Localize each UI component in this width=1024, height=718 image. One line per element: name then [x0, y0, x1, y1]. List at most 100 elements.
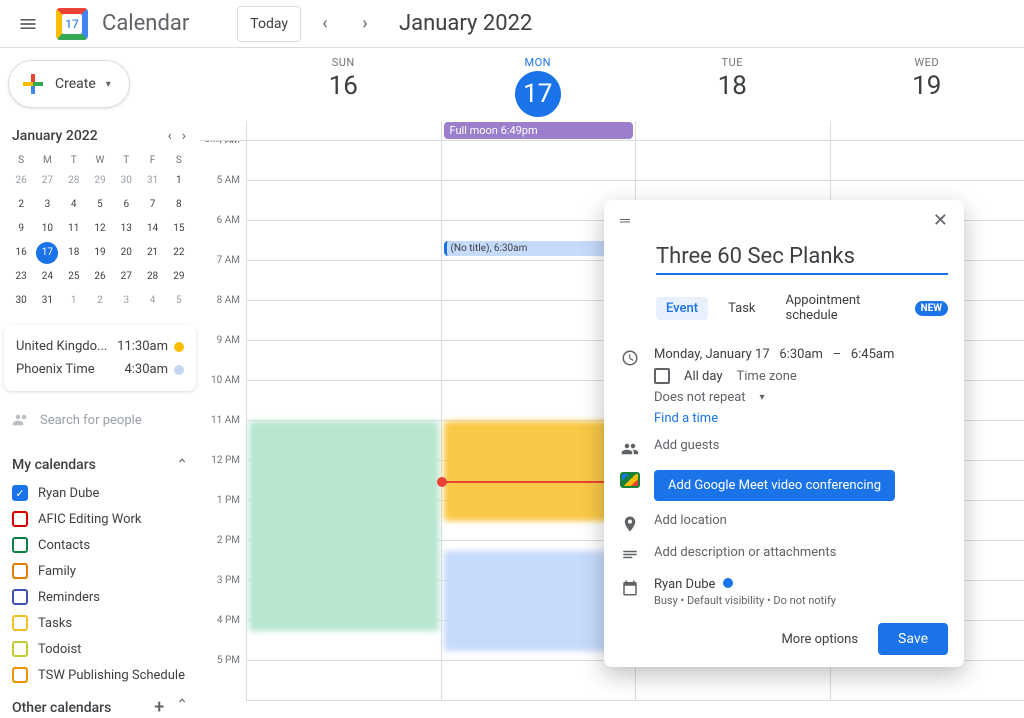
- mini-day[interactable]: 10: [36, 218, 58, 240]
- hour-cell[interactable]: [247, 141, 441, 181]
- mini-day[interactable]: 26: [89, 266, 111, 288]
- calendar-checkbox[interactable]: [12, 589, 28, 605]
- allday-cell[interactable]: [635, 121, 830, 140]
- event-end-time[interactable]: 6:45am: [851, 347, 895, 362]
- mini-day[interactable]: 7: [142, 194, 164, 216]
- tab-appointment[interactable]: Appointment schedule: [776, 289, 905, 327]
- mini-day[interactable]: 27: [115, 266, 137, 288]
- calendar-item[interactable]: Todoist: [8, 637, 192, 661]
- hour-cell[interactable]: [831, 661, 1024, 701]
- mini-prev-button[interactable]: ‹: [166, 126, 174, 146]
- mini-day[interactable]: 4: [142, 290, 164, 312]
- tab-event[interactable]: Event: [656, 297, 708, 320]
- mini-day[interactable]: 25: [63, 266, 85, 288]
- mini-day[interactable]: 30: [115, 170, 137, 192]
- mini-day[interactable]: 2: [10, 194, 32, 216]
- mini-day[interactable]: 23: [10, 266, 32, 288]
- mini-day[interactable]: 16: [10, 242, 32, 264]
- hour-cell[interactable]: [831, 141, 1024, 181]
- allday-cell[interactable]: [830, 121, 1024, 140]
- mini-next-button[interactable]: ›: [180, 126, 188, 146]
- calendar-item[interactable]: TSW Publishing Schedule: [8, 663, 192, 687]
- hour-cell[interactable]: [247, 261, 441, 301]
- hour-cell[interactable]: [247, 341, 441, 381]
- mini-day[interactable]: 14: [142, 218, 164, 240]
- allday-cell[interactable]: [246, 121, 441, 140]
- mini-day[interactable]: 21: [142, 242, 164, 264]
- close-button[interactable]: ✕: [933, 210, 948, 231]
- mini-day[interactable]: 28: [63, 170, 85, 192]
- mini-day[interactable]: 22: [168, 242, 190, 264]
- create-button[interactable]: Create ▾: [8, 60, 130, 108]
- calendar-item[interactable]: Ryan Dube: [8, 481, 192, 505]
- event-start-time[interactable]: 6:30am: [779, 347, 823, 362]
- mini-day[interactable]: 29: [89, 170, 111, 192]
- day-column[interactable]: [246, 141, 441, 701]
- hour-cell[interactable]: [442, 661, 636, 701]
- hour-cell[interactable]: [247, 221, 441, 261]
- mini-day[interactable]: 30: [10, 290, 32, 312]
- hour-cell[interactable]: [636, 141, 830, 181]
- calendar-item[interactable]: AFIC Editing Work: [8, 507, 192, 531]
- mini-day[interactable]: 28: [142, 266, 164, 288]
- mini-day[interactable]: 5: [168, 290, 190, 312]
- calendar-checkbox[interactable]: [12, 667, 28, 683]
- mini-day[interactable]: 26: [10, 170, 32, 192]
- calendar-checkbox[interactable]: [12, 485, 28, 501]
- mini-day[interactable]: 15: [168, 218, 190, 240]
- allday-cell[interactable]: Full moon 6:49pm: [441, 121, 636, 140]
- mini-day[interactable]: 24: [36, 266, 58, 288]
- collapse-other-calendars[interactable]: ⌃: [176, 697, 188, 718]
- hour-cell[interactable]: [247, 181, 441, 221]
- repeat-select[interactable]: Does not repeat: [654, 390, 746, 405]
- all-day-checkbox[interactable]: [654, 368, 670, 384]
- calendar-owner[interactable]: Ryan Dube: [654, 577, 715, 592]
- allday-event[interactable]: Full moon 6:49pm: [444, 122, 634, 139]
- add-location-field[interactable]: Add location: [654, 513, 948, 528]
- calendar-checkbox[interactable]: [12, 641, 28, 657]
- day-header[interactable]: WED 19: [830, 48, 1024, 121]
- tab-task[interactable]: Task: [718, 297, 765, 320]
- add-description-field[interactable]: Add description or attachments: [654, 545, 948, 560]
- calendar-checkbox[interactable]: [12, 511, 28, 527]
- hour-cell[interactable]: [247, 661, 441, 701]
- more-options-button[interactable]: More options: [773, 624, 866, 655]
- event-title-input[interactable]: [656, 244, 948, 269]
- calendar-checkbox[interactable]: [12, 563, 28, 579]
- mini-day[interactable]: 12: [89, 218, 111, 240]
- mini-day[interactable]: 8: [168, 194, 190, 216]
- add-meet-button[interactable]: Add Google Meet video conferencing: [654, 470, 895, 501]
- mini-day[interactable]: 2: [89, 290, 111, 312]
- hour-cell[interactable]: [442, 141, 636, 181]
- day-header[interactable]: TUE 18: [635, 48, 830, 121]
- main-menu-button[interactable]: [8, 4, 48, 44]
- calendar-checkbox[interactable]: [12, 537, 28, 553]
- hour-cell[interactable]: [247, 301, 441, 341]
- mini-day[interactable]: 1: [63, 290, 85, 312]
- calendar-item[interactable]: Contacts: [8, 533, 192, 557]
- event-date[interactable]: Monday, January 17: [654, 347, 770, 362]
- timezone-link[interactable]: Time zone: [737, 369, 797, 384]
- hour-cell[interactable]: [636, 661, 830, 701]
- today-button[interactable]: Today: [237, 6, 301, 42]
- mini-day[interactable]: 17: [36, 242, 58, 264]
- mini-day[interactable]: 19: [89, 242, 111, 264]
- prev-period-button[interactable]: ‹: [309, 8, 341, 40]
- day-header[interactable]: SUN 16: [246, 48, 441, 121]
- mini-day[interactable]: 4: [63, 194, 85, 216]
- mini-day[interactable]: 29: [168, 266, 190, 288]
- mini-day[interactable]: 1: [168, 170, 190, 192]
- mini-day[interactable]: 13: [115, 218, 137, 240]
- mini-day[interactable]: 3: [115, 290, 137, 312]
- save-button[interactable]: Save: [878, 623, 948, 655]
- collapse-my-calendars[interactable]: ⌃: [176, 457, 188, 473]
- hour-cell[interactable]: [247, 381, 441, 421]
- calendar-checkbox[interactable]: [12, 615, 28, 631]
- find-time-link[interactable]: Find a time: [654, 411, 718, 426]
- calendar-item[interactable]: Family: [8, 559, 192, 583]
- mini-day[interactable]: 5: [89, 194, 111, 216]
- add-calendar-button[interactable]: +: [154, 697, 164, 718]
- mini-day[interactable]: 3: [36, 194, 58, 216]
- calendar-item[interactable]: Reminders: [8, 585, 192, 609]
- next-period-button[interactable]: ›: [349, 8, 381, 40]
